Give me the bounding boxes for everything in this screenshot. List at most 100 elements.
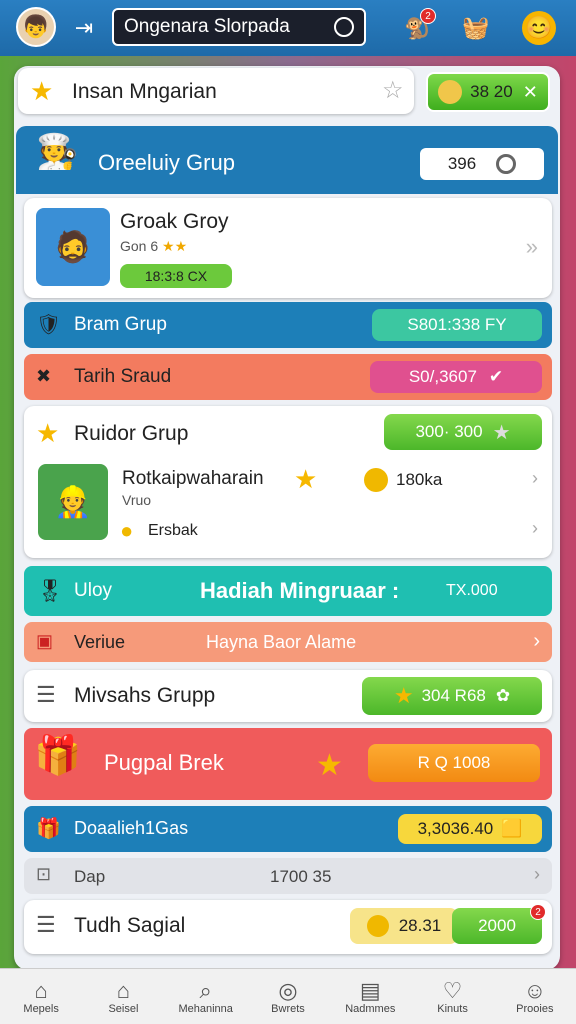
weekly-amount: TX.000: [446, 582, 498, 599]
group-count-value: 396: [447, 154, 477, 173]
coin-value: 38 20: [470, 82, 513, 101]
pugpal-value[interactable]: R Q 1008: [368, 744, 540, 782]
flower-icon: ✿: [495, 686, 511, 705]
gift-character-icon: 🎁: [34, 735, 82, 777]
row-dosalie[interactable]: 🎁 Doaalieh1Gas 3,3036.40 🟨: [24, 806, 552, 852]
ruidor-value-text: 300· 300: [415, 422, 483, 441]
tudh-value-1-text: 28.31: [398, 916, 442, 935]
medal-icon: ●: [120, 518, 134, 543]
nav-item-6[interactable]: ☺ Prooies: [494, 969, 576, 1024]
featured-sub: Gon 6 ★★: [120, 238, 187, 255]
timer-pill: 18:3:8 CX: [120, 264, 232, 288]
nav-item-4[interactable]: ▤ Nadmmes: [329, 969, 411, 1024]
weekly-banner[interactable]: 🎖 Uloy Hadiah Mingruaar : TX.000: [24, 566, 552, 616]
house-icon: ⌂: [116, 977, 131, 1003]
bram-label: Bram Grup: [74, 314, 167, 335]
nav-label: Kinuts: [437, 1002, 468, 1015]
row-veriue[interactable]: ▣ Veriue Hayna Baor Alame ›: [24, 622, 552, 662]
bottom-nav: ⌂ Mepels ⌂ Seisel ⌕ Mehaninna ◎ Bwrets ▤ Nadm…: [0, 968, 576, 1024]
bag-icon[interactable]: 🧺: [456, 8, 496, 48]
nav-item-1[interactable]: ⌂ Seisel: [82, 969, 164, 1024]
coin-balance-button[interactable]: 38 20 ✕: [426, 72, 550, 112]
star-icon: ★: [36, 418, 60, 448]
nav-item-2[interactable]: ⌕ Mehaninna: [165, 969, 247, 1024]
row-pugpal[interactable]: 🎁 Pugpal Brek ★ R Q 1008: [24, 728, 552, 800]
ruidor-card: ★ Ruidor Grup 300· 300 ★ 👷 Rotkaipwaharai…: [24, 406, 552, 558]
nav-label: Seisel: [108, 1002, 139, 1015]
search-icon[interactable]: [334, 17, 354, 37]
nav-label: Bwrets: [271, 1002, 305, 1015]
star-icon: ★: [393, 683, 414, 708]
box-icon: 🟨: [501, 819, 523, 838]
favorite-icon[interactable]: ☆: [382, 76, 404, 105]
profile-avatar[interactable]: 👦: [16, 7, 56, 47]
tudh-value-2[interactable]: 2000: [452, 908, 542, 944]
veriue-label: Veriue: [74, 632, 126, 652]
coin-icon: [366, 915, 389, 937]
tudh-value-1: 28.31: [350, 908, 458, 944]
search-text: Ongenara Slorpada: [124, 16, 290, 37]
game-thumbnail: 👷: [38, 464, 108, 540]
target-icon: [496, 154, 517, 174]
title-card: ★ Insan Mngarian ☆: [18, 68, 414, 114]
page-title: Insan Mngarian: [72, 80, 217, 103]
tarih-value-text: S0/,3607: [408, 367, 477, 386]
character-icon: 🧑‍🍳: [36, 133, 79, 171]
chevron-right-icon[interactable]: ›: [532, 518, 538, 539]
user-icon: ☺: [523, 977, 547, 1003]
row-tudh[interactable]: ☰ Tudh Sagial 28.31 2000 2: [24, 900, 552, 954]
row-bram[interactable]: 🛡 Bram Grup S801:338 FY: [24, 302, 552, 348]
featured-timer: 18:3:8 CX: [144, 268, 208, 284]
tudh-badge: 2: [530, 904, 546, 920]
close-icon[interactable]: ✕: [523, 82, 538, 103]
gift-icon[interactable]: 🐒 2: [398, 8, 438, 48]
list-icon: ☰: [36, 912, 56, 937]
veriue-text: Hayna Baor Alame: [206, 632, 357, 652]
sub-title: Rotkaipwaharain: [122, 468, 264, 489]
notif-badge: 2: [420, 8, 436, 24]
row-dap[interactable]: ⊡ Dap 1700 35 ›: [24, 858, 552, 894]
card-icon: ⊡: [36, 864, 52, 884]
dosalie-value-text: 3,3036.40: [417, 819, 494, 838]
game-thumbnail: 🧔: [36, 208, 110, 286]
nav-item-5[interactable]: ♡ Kinuts: [411, 969, 493, 1024]
chevron-right-icon: ›: [534, 864, 540, 884]
star-icon: ★: [316, 749, 343, 782]
tarih-value: S0/,3607 ✔: [370, 361, 542, 393]
group-title: Oreeluiy Grup: [98, 150, 235, 175]
search-input[interactable]: Ongenara Slorpada: [112, 8, 366, 46]
sub-extra: Ersbak: [148, 522, 198, 539]
row-mivsahs[interactable]: ☰ Mivsahs Grupp ★ 304 R68 ✿: [24, 670, 552, 722]
gift-icon: 🎁: [36, 818, 61, 840]
chevron-right-icon: ›: [533, 630, 540, 652]
sub-tag: Vruo: [122, 492, 152, 508]
ticket-icon: ✖: [36, 366, 52, 386]
nav-label: Prooies: [516, 1002, 554, 1015]
top-bar: 👦 ⇥ Ongenara Slorpada 🐒 2 🧺 😊: [0, 0, 576, 56]
dosalie-value: 3,3036.40 🟨: [398, 814, 542, 844]
dap-label: Dap: [74, 867, 106, 886]
nav-item-0[interactable]: ⌂ Mepels: [0, 969, 82, 1024]
mivsahs-value-text: 304 R68: [421, 686, 486, 705]
exit-icon[interactable]: ⇥: [64, 8, 104, 48]
group-header: 🧑‍🍳 Oreeluiy Grup 396: [16, 126, 558, 194]
list-icon: ▤: [359, 977, 381, 1003]
coin-icon[interactable]: 😊: [522, 11, 556, 45]
square-icon: ▣: [36, 631, 54, 651]
nav-item-3[interactable]: ◎ Bwrets: [247, 969, 329, 1024]
ruidor-value[interactable]: 300· 300 ★: [384, 414, 542, 450]
coin-icon: [438, 80, 463, 104]
badge-icon: 🎖: [36, 578, 64, 603]
featured-card[interactable]: 🧔 Groak Groy Gon 6 ★★ 18:3:8 CX »: [24, 198, 552, 298]
nav-label: Mepels: [23, 1002, 59, 1015]
check-icon: ✔: [488, 367, 504, 386]
chevron-right-icon[interactable]: ›: [532, 468, 538, 489]
ruidor-label: Ruidor Grup: [74, 422, 189, 445]
featured-title: Groak Groy: [120, 210, 229, 233]
mivsahs-value[interactable]: ★ 304 R68 ✿: [362, 677, 542, 715]
weekly-left: Uloy: [74, 580, 113, 601]
mivsahs-label: Mivsahs Grupp: [74, 684, 216, 707]
chevron-right-icon[interactable]: »: [526, 234, 538, 260]
coin-icon: [364, 468, 388, 492]
row-tarih[interactable]: ✖ Tarih Sraud S0/,3607 ✔: [24, 354, 552, 400]
